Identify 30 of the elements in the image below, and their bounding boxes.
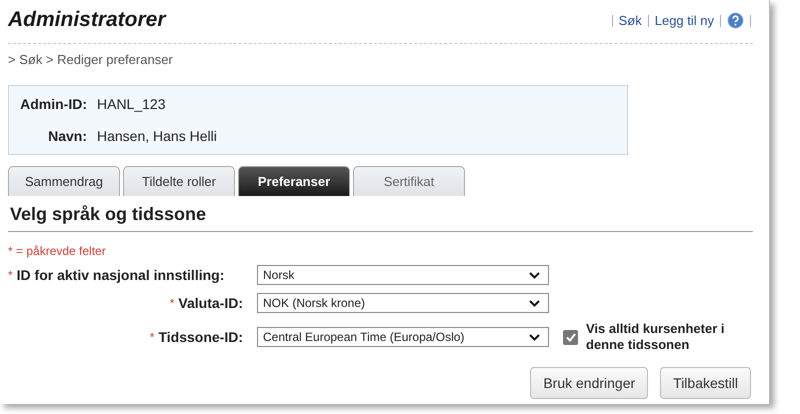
tab[interactable]: Sammendrag <box>8 166 120 196</box>
info-label: Admin-ID: <box>19 96 88 112</box>
info-label: Navn: <box>47 128 88 144</box>
checkbox-label: Vis alltid kursenheter i denne tidssonen <box>586 321 726 353</box>
required-marker: * <box>170 296 174 310</box>
checkbox[interactable] <box>563 330 578 344</box>
required-marker: * <box>8 268 13 282</box>
select-field[interactable]: Central European Time (Europa/Oslo) <box>257 327 549 347</box>
chevron-icon <box>529 272 540 278</box>
tab[interactable]: Preferanser <box>238 166 350 196</box>
action-button[interactable]: Bruk endringer <box>530 367 648 399</box>
header-link[interactable]: Legg til ny <box>654 13 714 28</box>
chevron-icon <box>529 334 540 340</box>
section-title: Velg språk og tidssone <box>10 204 208 225</box>
action-button[interactable]: Tilbakestill <box>660 367 751 399</box>
field-label: Tidssone-ID: <box>158 329 243 345</box>
required-note: * = påkrevde felter <box>8 244 107 258</box>
field-label: ID for aktiv nasjonal innstilling: <box>16 267 224 283</box>
page-title: Administratorer <box>8 8 166 32</box>
chevron-icon <box>529 300 540 306</box>
tab[interactable]: Tildelte roller <box>123 166 235 196</box>
help-icon[interactable] <box>727 12 744 29</box>
header-link[interactable]: Søk <box>618 13 642 28</box>
select-field[interactable]: Norsk <box>257 265 549 285</box>
breadcrumb: > Søk > Rediger preferanser <box>8 52 174 67</box>
info-value: Hansen, Hans Helli <box>97 128 218 144</box>
field-label: Valuta-ID: <box>178 295 243 311</box>
select-field[interactable]: NOK (Norsk krone) <box>257 293 549 313</box>
required-marker: * <box>150 330 154 344</box>
info-value: HANL_123 <box>97 96 166 112</box>
